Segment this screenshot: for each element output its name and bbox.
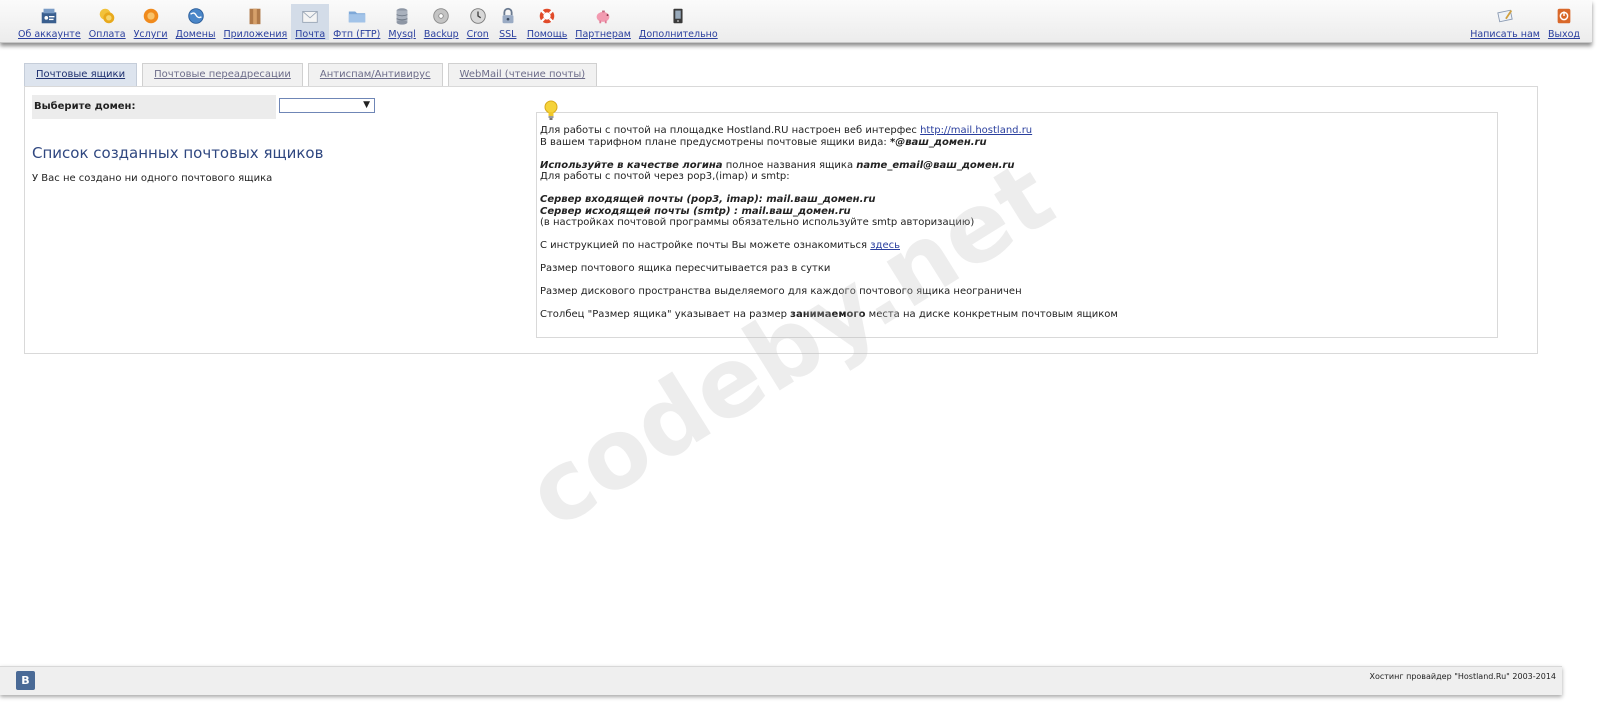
domain-label: Выберите домен:: [32, 95, 276, 119]
nav-item-help[interactable]: Помощь: [523, 4, 571, 40]
main-nav: Об аккаунте Оплата Услуги Домены Приложе…: [14, 4, 722, 40]
info-line-smtp-auth: (в настройках почтовой программы обязате…: [540, 217, 975, 228]
database-icon: [396, 8, 408, 25]
nav-label-account: Об аккаунте: [18, 29, 81, 40]
nav-label-help: Помощь: [526, 29, 568, 40]
info-line-outgoing: Сервер исходящей почты (smtp) : mail.ваш…: [540, 205, 851, 217]
info-line-size-column: Столбец "Размер ящика" указывает на разм…: [540, 309, 1480, 321]
nav-item-mail[interactable]: Почта: [291, 4, 330, 40]
nav-item-ssl[interactable]: SSL: [493, 4, 523, 40]
info-line-incoming: Сервер входящей почты (pop3, imap): mail…: [540, 194, 876, 205]
nav-label-payment: Оплата: [88, 29, 126, 40]
account-icon: [42, 8, 57, 24]
nav-label-exit: Выход: [1547, 29, 1580, 40]
info-text-3-bold: Используйте в качестве логина: [540, 159, 723, 171]
clock-icon: [469, 8, 486, 24]
nav-item-cron[interactable]: Cron: [463, 4, 493, 40]
vk-icon[interactable]: В: [16, 671, 35, 690]
copyright: Хостинг провайдер "Hostland.Ru" 2003-201…: [1369, 672, 1556, 681]
right-nav: Написать нам Выход: [1466, 4, 1584, 40]
piggy-bank-icon: [596, 10, 610, 24]
tab-antispam[interactable]: Антиспам/Антивирус: [307, 63, 443, 86]
info-line-instructions: С инструкцией по настройке почты Вы може…: [540, 240, 1480, 252]
nav-label-backup: Backup: [423, 29, 459, 40]
nav-item-services[interactable]: Услуги: [130, 4, 172, 40]
webmail-link[interactable]: http://mail.hostland.ru: [920, 125, 1032, 136]
nav-label-services: Услуги: [133, 29, 168, 40]
info-text-2-bold: *@ваш_домен.ru: [889, 136, 987, 148]
mail-icon: [302, 10, 318, 23]
info-text-3-bold2: name_email@ваш_домен.ru: [856, 159, 1015, 171]
nav-label-partners: Партнерам: [575, 29, 631, 40]
apps-icon: [249, 8, 261, 25]
tab-webmail[interactable]: WebMail (чтение почты): [447, 63, 598, 86]
lifebuoy-icon: [539, 8, 555, 24]
info-text-11: Столбец "Размер ящика" указывает на разм…: [540, 309, 791, 320]
nav-item-apps[interactable]: Приложения: [219, 4, 291, 40]
nav-item-extra[interactable]: Дополнительно: [635, 4, 722, 40]
nav-label-domains: Домены: [175, 29, 216, 40]
info-line-webmail: Для работы с почтой на площадке Hostland…: [540, 125, 1480, 137]
chevron-down-icon: ▼: [363, 100, 370, 110]
nav-label-ftp: Фтп (FTP): [333, 29, 381, 40]
nav-label-extra: Дополнительно: [638, 29, 718, 40]
mailboxes-title: Список созданных почтовых ящиков: [32, 144, 324, 162]
nav-label-ssl: SSL: [499, 29, 517, 40]
nav-label-apps: Приложения: [223, 29, 288, 40]
lightbulb-icon: [544, 100, 558, 120]
info-text-3: полное названия ящика: [722, 159, 857, 171]
info-text-11-bold: занимаемого: [790, 309, 866, 320]
mail-tabs: Почтовые ящики Почтовые переадресации Ан…: [24, 63, 602, 86]
nav-item-partners[interactable]: Партнерам: [571, 4, 635, 40]
nav-label-mysql: Mysql: [388, 29, 416, 40]
nav-item-mysql[interactable]: Mysql: [384, 4, 419, 40]
lock-icon: [502, 7, 514, 24]
nav-item-exit[interactable]: Выход: [1544, 4, 1584, 40]
disc-icon: [433, 8, 449, 24]
nav-label-cron: Cron: [466, 29, 489, 40]
tab-forwards[interactable]: Почтовые переадресации: [142, 63, 303, 86]
info-text-11-suffix: места на диске конкретным почтовым ящико…: [865, 309, 1118, 320]
nav-item-account[interactable]: Об аккаунте: [14, 4, 85, 40]
info-text-2: В вашем тарифном плане предусмотрены поч…: [540, 136, 890, 148]
domain-select[interactable]: ▼: [279, 98, 375, 113]
footer: В Хостинг провайдер "Hostland.Ru" 2003-2…: [0, 666, 1562, 695]
nav-label-write-us: Написать нам: [1470, 29, 1540, 40]
info-line-disk: Размер дискового пространства выделяемог…: [540, 286, 1022, 297]
info-line-plan: В вашем тарифном плане предусмотрены поч…: [540, 137, 1480, 149]
info-line-protocols: Для работы с почтой через pop3,(imap) и …: [540, 171, 790, 182]
info-line-login: Используйте в качестве логина полное наз…: [540, 160, 1480, 172]
folder-icon: [348, 11, 365, 23]
instructions-link[interactable]: здесь: [870, 240, 900, 251]
nav-item-ftp[interactable]: Фтп (FTP): [329, 4, 384, 40]
exit-icon: [1557, 8, 1571, 24]
write-icon: [1497, 9, 1513, 23]
device-icon: [673, 8, 683, 24]
tab-mailboxes[interactable]: Почтовые ящики: [24, 63, 138, 86]
info-text-1: Для работы с почтой на площадке Hostland…: [540, 125, 921, 136]
nav-label-mail: Почта: [295, 29, 326, 40]
services-icon: [143, 8, 158, 24]
info-text: Для работы с почтой на площадке Hostland…: [540, 125, 1480, 321]
nav-item-write-us[interactable]: Написать нам: [1466, 4, 1544, 40]
top-toolbar: Об аккаунте Оплата Услуги Домены Приложе…: [0, 0, 1592, 43]
mailboxes-empty-text: У Вас не создано ни одного почтового ящи…: [32, 173, 273, 184]
coins-icon: [99, 8, 115, 24]
nav-item-payment[interactable]: Оплата: [85, 4, 130, 40]
globe-icon: [187, 8, 204, 24]
info-line-recount: Размер почтового ящика пересчитывается р…: [540, 263, 831, 274]
nav-item-backup[interactable]: Backup: [420, 4, 463, 40]
nav-item-domains[interactable]: Домены: [172, 4, 220, 40]
info-text-8: С инструкцией по настройке почты Вы може…: [540, 240, 871, 251]
